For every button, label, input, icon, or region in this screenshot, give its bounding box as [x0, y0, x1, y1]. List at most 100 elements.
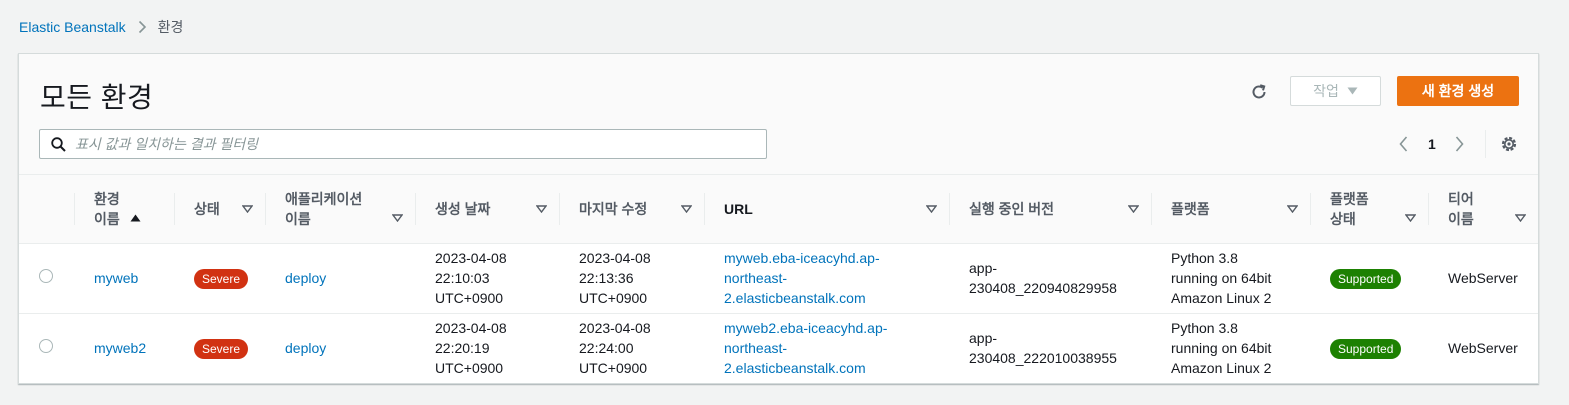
column-label: 상태	[194, 200, 220, 217]
caret-down-icon	[1347, 87, 1358, 95]
actions-dropdown-button[interactable]: 작업	[1290, 76, 1381, 106]
sort-icon	[536, 205, 547, 213]
modified-tz: UTC+0900	[579, 360, 648, 377]
env-name-link[interactable]: myweb	[94, 270, 138, 286]
row-select-radio[interactable]	[39, 269, 53, 283]
table-row[interactable]: myweb2 Severe deploy 2023-04-08 22:20:19 U…	[19, 313, 1538, 383]
url-part: myweb.eba-iceacyhd.ap-	[724, 250, 880, 266]
column-label: 애플리케이션	[285, 190, 363, 207]
modified-date: 2023-04-08	[579, 320, 651, 337]
breadcrumb-elastic-beanstalk-link[interactable]: Elastic Beanstalk	[19, 19, 126, 35]
platform-part: Python 3.8	[1171, 320, 1238, 337]
env-url-link[interactable]: myweb2.eba-iceacyhd.ap-northeast- 2.elast…	[724, 320, 887, 376]
preferences-button[interactable]	[1498, 133, 1520, 155]
select-column-header	[19, 175, 74, 244]
column-header-tier[interactable]: 티어이름	[1428, 175, 1538, 244]
platform-part: Python 3.8	[1171, 250, 1238, 266]
status-badge: Severe	[194, 338, 249, 359]
column-label: 티어	[1448, 190, 1474, 207]
column-label: 이름	[94, 210, 120, 227]
column-header-version[interactable]: 실행 중인 버전	[949, 175, 1151, 244]
modified-time: 22:13:36	[579, 270, 634, 286]
column-label: 실행 중인 버전	[969, 200, 1055, 217]
column-label: 마지막 수정	[579, 200, 648, 217]
column-label: 생성 날짜	[435, 200, 491, 217]
column-label: 이름	[1448, 210, 1474, 227]
platform-status-badge: Supported	[1330, 338, 1402, 359]
column-label: 상태	[1330, 210, 1356, 227]
modified-time: 22:24:00	[579, 340, 634, 357]
column-label: URL	[724, 200, 753, 217]
column-label: 플랫폼	[1171, 200, 1210, 217]
modified-date: 2023-04-08	[579, 250, 651, 266]
url-part: 2.elasticbeanstalk.com	[724, 290, 866, 306]
platform-status-badge: Supported	[1330, 268, 1402, 289]
version-part: app-	[969, 330, 998, 347]
modified-tz: UTC+0900	[579, 290, 648, 306]
sort-icon	[926, 205, 937, 213]
created-tz: UTC+0900	[435, 290, 504, 306]
column-label: 이름	[285, 210, 311, 227]
column-label: 플랫폼	[1330, 190, 1369, 207]
status-badge: Severe	[194, 268, 249, 289]
column-header-created[interactable]: 생성 날짜	[415, 175, 559, 244]
url-part: 2.elasticbeanstalk.com	[724, 360, 866, 377]
sort-icon	[392, 214, 403, 222]
environments-panel: 모든 환경 작업 새 환경 생성 표시 값과 일치하는 결과 필터링 1 환경 …	[18, 53, 1539, 384]
table-row[interactable]: myweb Severe deploy 2023-04-08 22:10:03 UT…	[19, 243, 1538, 313]
sort-icon	[1287, 205, 1298, 213]
column-header-platform[interactable]: 플랫폼	[1151, 175, 1310, 244]
platform-part: Amazon Linux 2	[1171, 360, 1272, 377]
divider	[1485, 130, 1486, 158]
column-header-status[interactable]: 상태	[174, 175, 265, 244]
tier-name: WebServer	[1448, 270, 1518, 286]
search-input[interactable]	[75, 131, 766, 157]
search-box	[39, 129, 767, 159]
chevron-right-icon	[138, 20, 147, 34]
sort-icon	[681, 205, 692, 213]
env-name-link[interactable]: myweb2	[94, 340, 146, 356]
url-part: northeast-	[724, 340, 788, 357]
sort-icon	[1405, 214, 1416, 222]
column-header-modified[interactable]: 마지막 수정	[559, 175, 704, 244]
actions-label: 작업	[1313, 83, 1339, 99]
created-time: 22:20:19	[435, 340, 490, 357]
gear-icon	[1500, 135, 1518, 153]
search-icon	[51, 136, 66, 152]
app-name-link[interactable]: deploy	[285, 270, 326, 286]
url-part: northeast-	[724, 270, 788, 286]
column-header-url[interactable]: URL	[704, 175, 949, 244]
sort-icon	[242, 205, 253, 213]
pagination: 1	[1396, 133, 1467, 155]
url-part: myweb2.eba-iceacyhd.ap-	[724, 320, 888, 337]
platform-part: running on 64bit	[1171, 270, 1272, 286]
sort-icon	[1128, 205, 1139, 213]
sort-icon	[1515, 214, 1526, 222]
platform-part: Amazon Linux 2	[1171, 290, 1272, 306]
previous-page-icon[interactable]	[1396, 136, 1410, 152]
row-select-radio[interactable]	[39, 339, 53, 354]
created-date: 2023-04-08	[435, 250, 507, 266]
panel-header: 모든 환경 작업 새 환경 생성 표시 값과 일치하는 결과 필터링 1	[19, 54, 1538, 175]
environments-table: 환경 이름 상태 애플리케이션 이름 생성 날짜 마지막 수정 URL 실행 중…	[19, 175, 1538, 383]
breadcrumb: Elastic Beanstalk 환경	[19, 17, 183, 37]
table-header-row: 환경 이름 상태 애플리케이션 이름 생성 날짜 마지막 수정 URL 실행 중…	[19, 175, 1538, 244]
column-header-app-name[interactable]: 애플리케이션이름	[265, 175, 415, 244]
env-url-link[interactable]: myweb.eba-iceacyhd.ap-northeast- 2.elasti…	[724, 250, 880, 306]
created-date: 2023-04-08	[435, 320, 507, 337]
refresh-button[interactable]	[1247, 78, 1271, 106]
platform-part: running on 64bit	[1171, 340, 1272, 357]
breadcrumb-current: 환경	[157, 19, 184, 35]
version-part: 230408_222010038955	[969, 350, 1117, 367]
app-name-link[interactable]: deploy	[285, 340, 326, 356]
created-tz: UTC+0900	[435, 360, 504, 377]
column-label: 환경	[94, 190, 120, 207]
create-environment-button[interactable]: 새 환경 생성	[1397, 76, 1519, 106]
column-header-env-name[interactable]: 환경이름	[74, 175, 174, 244]
sort-ascending-icon	[130, 214, 141, 222]
tier-name: WebServer	[1448, 340, 1518, 357]
next-page-icon[interactable]	[1453, 136, 1467, 152]
page-title: 모든 환경	[40, 82, 154, 113]
column-header-platform-status[interactable]: 플랫폼상태	[1310, 175, 1428, 244]
page-number[interactable]: 1	[1428, 136, 1436, 152]
